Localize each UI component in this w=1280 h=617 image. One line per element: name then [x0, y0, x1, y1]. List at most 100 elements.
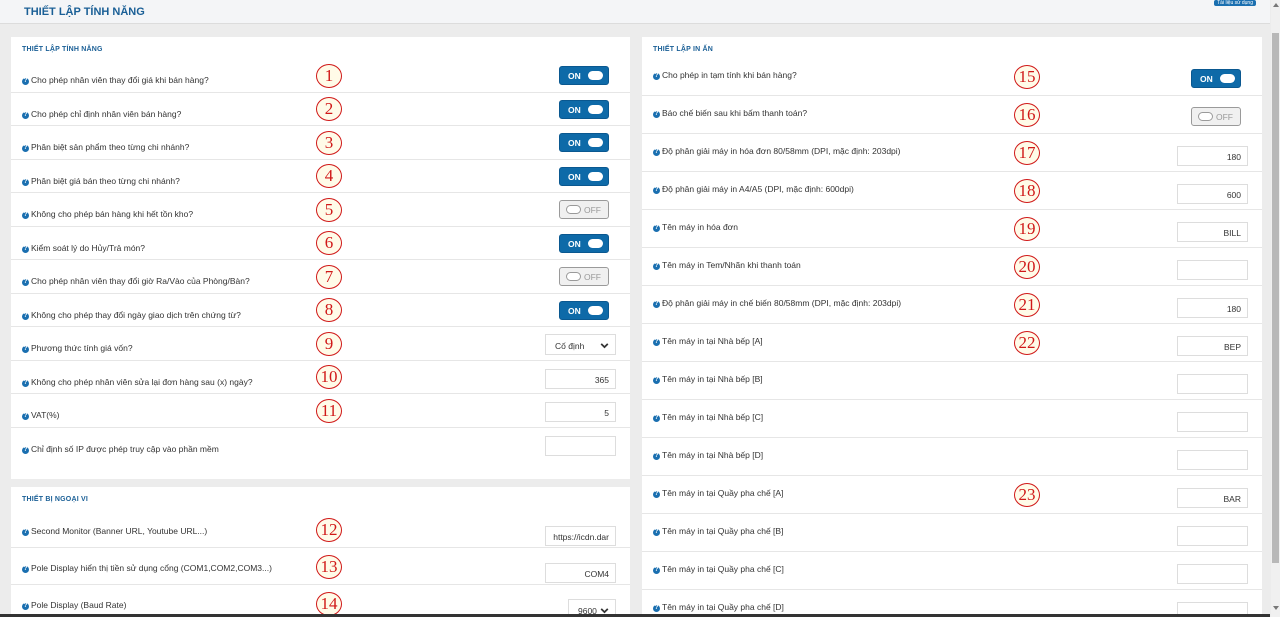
setting-row: ? Không cho phép nhân viên sửa lại đơn hà…: [11, 361, 630, 394]
annotation-marker: 9: [316, 331, 342, 356]
setting-label-text: Phương thức tính giá vốn?: [31, 343, 133, 353]
select-dropdown[interactable]: Cố định: [545, 334, 616, 355]
setting-label-text: Cho phép nhân viên thay đổi giá khi bán …: [31, 75, 209, 85]
toggle-switch[interactable]: ON: [559, 300, 609, 320]
help-question-icon[interactable]: ?: [653, 263, 660, 270]
help-question-icon[interactable]: ?: [653, 111, 660, 118]
toggle-state-label: ON: [568, 71, 581, 81]
help-question-icon[interactable]: ?: [653, 491, 660, 498]
help-question-icon[interactable]: ?: [653, 567, 660, 574]
text-input[interactable]: [1177, 526, 1248, 546]
text-input[interactable]: 180: [1177, 146, 1248, 166]
setting-row: ? Phân biệt sản phẩm theo từng chi nhánh?…: [11, 126, 630, 160]
setting-label-text: Không cho phép bán hàng khi hết tồn kho?: [31, 209, 194, 219]
text-input[interactable]: [1177, 564, 1248, 584]
annotation-marker: 22: [1014, 331, 1040, 355]
help-question-icon[interactable]: ?: [653, 225, 660, 232]
help-question-icon[interactable]: ?: [22, 111, 29, 119]
text-input[interactable]: 5: [545, 402, 616, 422]
scroll-down-arrow-icon[interactable]: [1273, 606, 1279, 610]
text-input[interactable]: BEP: [1177, 336, 1248, 356]
text-input[interactable]: COM4: [545, 563, 616, 583]
help-question-icon[interactable]: ?: [22, 78, 29, 85]
help-question-icon[interactable]: ?: [653, 301, 660, 308]
setting-row: ? Pole Display hiển thị tiền sử dụng cổng…: [11, 548, 630, 585]
toggle-switch[interactable]: ON: [559, 233, 609, 253]
setting-row: ? Tên máy in Tem/Nhãn khi thanh toán 20: [642, 248, 1262, 286]
help-question-icon[interactable]: ?: [653, 453, 660, 460]
toggle-switch[interactable]: ON: [1191, 69, 1241, 88]
help-question-icon[interactable]: ?: [22, 413, 29, 420]
scrollbar-thumb[interactable]: [1272, 33, 1279, 563]
help-question-icon[interactable]: ?: [22, 529, 29, 536]
text-input[interactable]: [1177, 260, 1248, 280]
help-question-icon[interactable]: ?: [653, 415, 660, 422]
setting-row: ? Tên máy in tại Nhà bếp [C]: [642, 400, 1262, 438]
text-input[interactable]: https://icdn.dar: [545, 526, 616, 546]
setting-label: ? VAT(%): [22, 410, 60, 420]
help-question-icon[interactable]: ?: [22, 279, 29, 286]
help-question-icon[interactable]: ?: [22, 212, 29, 219]
help-question-icon[interactable]: ?: [22, 178, 29, 186]
text-input[interactable]: [545, 435, 616, 456]
help-question-icon[interactable]: ?: [22, 312, 29, 320]
help-question-icon[interactable]: ?: [22, 446, 29, 454]
text-input[interactable]: BILL: [1177, 222, 1248, 242]
annotation-marker: 7: [316, 264, 342, 289]
help-question-icon[interactable]: ?: [653, 529, 660, 536]
help-question-icon[interactable]: ?: [22, 566, 29, 573]
page-title: THIẾT LẬP TÍNH NĂNG: [24, 6, 145, 18]
help-question-icon[interactable]: ?: [22, 379, 29, 387]
help-badge[interactable]: Tài liệu sử dụng: [1214, 0, 1256, 6]
setting-label: ? Độ phân giải máy in hóa đơn 80/58mm (DP…: [653, 146, 901, 156]
help-question-icon[interactable]: ?: [22, 346, 29, 353]
help-question-icon[interactable]: ?: [22, 603, 29, 610]
text-input[interactable]: 365: [545, 368, 616, 389]
help-question-icon[interactable]: ?: [653, 339, 660, 346]
text-input[interactable]: 180: [1177, 298, 1248, 318]
help-question-icon[interactable]: ?: [653, 149, 660, 156]
toggle-state-label: ON: [1200, 74, 1213, 84]
toggle-state-label: ON: [568, 238, 581, 249]
text-input[interactable]: BAR: [1177, 488, 1248, 508]
toggle-state-label: ON: [568, 171, 581, 182]
toggle-switch[interactable]: ON: [559, 99, 609, 119]
text-input[interactable]: 600: [1177, 184, 1248, 204]
setting-label: ? Tên máy in tại Nhà bếp [B]: [653, 374, 763, 384]
printing-panel-title: THIẾT LẬP IN ẤN: [653, 46, 714, 53]
setting-label-text: Tên máy in tại Nhà bếp [D]: [662, 450, 764, 460]
setting-row: ? Độ phân giải máy in A4/A5 (DPI, mặc địn…: [642, 172, 1262, 210]
setting-label-text: Tên máy in tại Quầy pha chế [C]: [662, 564, 784, 574]
toggle-switch[interactable]: OFF: [559, 267, 609, 286]
setting-label: ? Kiểm soát lý do Hủy/Trả món?: [22, 243, 145, 253]
toggle-switch[interactable]: ON: [559, 133, 609, 152]
setting-label: ? Second Monitor (Banner URL, Youtube URL…: [22, 526, 207, 536]
help-question-icon[interactable]: ?: [653, 605, 660, 612]
setting-label-text: Pole Display (Baud Rate): [31, 600, 127, 610]
setting-label-text: Độ phân giải máy in A4/A5 (DPI, mặc định…: [662, 184, 854, 194]
setting-row: ? Báo chế biến sau khi bấm thanh toán? 16 O…: [642, 96, 1262, 134]
toggle-knob: [588, 305, 603, 315]
toggle-state-label: OFF: [584, 205, 601, 215]
help-question-icon[interactable]: ?: [22, 245, 29, 253]
toggle-switch[interactable]: OFF: [559, 200, 609, 219]
toggle-switch[interactable]: ON: [559, 166, 609, 186]
setting-label-text: Độ phân giải máy in chế biến 80/58mm (DP…: [662, 298, 902, 308]
setting-label: ? Cho phép nhân viên thay đổi giờ Ra/Vào …: [22, 276, 250, 286]
setting-row: ? Tên máy in tại Quầy pha chế [D]: [642, 590, 1262, 617]
toggle-switch[interactable]: OFF: [1191, 107, 1241, 126]
setting-label: ? Không cho phép thay đổi ngày giao dịch …: [22, 310, 241, 320]
text-input[interactable]: [1177, 450, 1248, 470]
help-question-icon[interactable]: ?: [653, 377, 660, 384]
text-input[interactable]: [1177, 374, 1248, 394]
toggle-switch[interactable]: ON: [559, 66, 609, 85]
setting-label: ? Tên máy in hóa đơn: [653, 222, 738, 232]
help-question-icon[interactable]: ?: [653, 73, 660, 80]
setting-label-text: Tên máy in tại Nhà bếp [B]: [662, 374, 763, 384]
help-question-icon[interactable]: ?: [22, 145, 29, 152]
text-input[interactable]: [1177, 412, 1248, 432]
toggle-state-label: ON: [568, 138, 581, 148]
setting-row: ? Phương thức tính giá vốn? 9 Cố định: [11, 327, 630, 361]
help-question-icon[interactable]: ?: [653, 187, 660, 194]
scroll-up-arrow-icon[interactable]: [1273, 3, 1279, 7]
